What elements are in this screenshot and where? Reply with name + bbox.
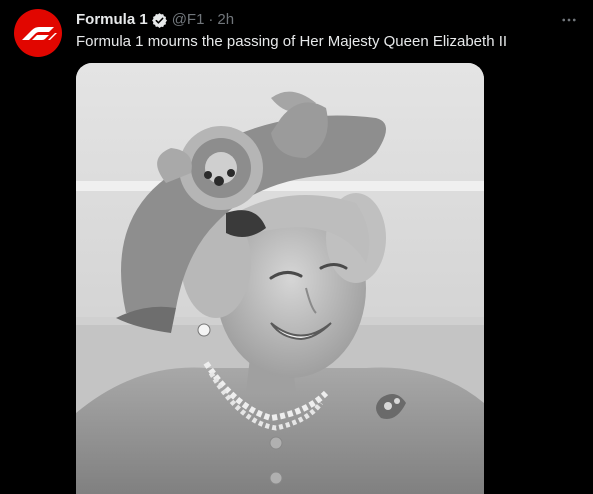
more-options-icon[interactable] [559, 10, 579, 30]
f1-logo-icon [22, 27, 57, 40]
tweet-header: Formula 1 @F1 · 2h [76, 10, 234, 30]
author-handle[interactable]: @F1 [172, 10, 205, 30]
separator-dot: · [208, 11, 214, 28]
author-name[interactable]: Formula 1 [76, 10, 148, 30]
tweet-text: Formula 1 mourns the passing of Her Maje… [76, 33, 508, 50]
verified-badge-icon [151, 12, 168, 29]
tweet-media-image[interactable] [76, 63, 484, 494]
avatar[interactable] [14, 9, 62, 57]
tweet-timestamp[interactable]: 2h [217, 10, 234, 30]
